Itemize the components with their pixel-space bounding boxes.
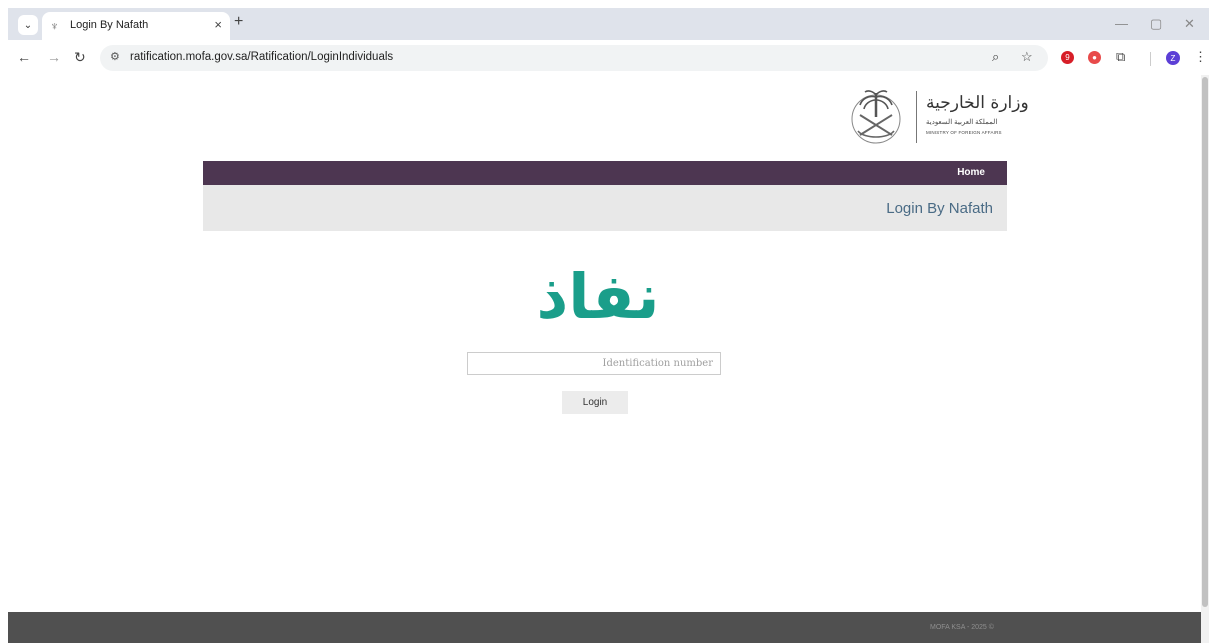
logo-divider <box>916 91 917 143</box>
profile-avatar[interactable]: Z <box>1166 51 1180 65</box>
toolbar-divider <box>1150 52 1151 66</box>
footer-copyright: MOFA KSA - 2025 © <box>930 624 994 631</box>
main-nav: Home <box>203 161 1007 185</box>
restore-icon[interactable]: ▢ <box>1150 16 1162 32</box>
address-bar[interactable]: ⚙ ratification.mofa.gov.sa/Ratification/… <box>100 45 1048 71</box>
logo-arabic-subtitle: المملكة العربية السعودية <box>926 119 998 126</box>
logo-english-text: MINISTRY OF FOREIGN AFFAIRS <box>926 130 1002 135</box>
minimize-icon[interactable]: — <box>1115 16 1128 31</box>
tab-search-icon[interactable]: ⌄ <box>18 15 38 35</box>
page-content: وزارة الخارجية المملكة العربية السعودية … <box>8 75 1201 643</box>
bookmark-star-icon[interactable]: ☆ <box>1021 49 1033 65</box>
page-scrollbar[interactable] <box>1201 75 1209 643</box>
url-text[interactable]: ratification.mofa.gov.sa/Ratification/Lo… <box>130 51 393 63</box>
extension-red-icon[interactable]: 9 <box>1061 51 1074 64</box>
menu-kebab-icon[interactable]: ⋮ <box>1194 49 1207 65</box>
tab-active[interactable]: ♆ Login By Nafath × <box>42 12 230 40</box>
page-title: Login By Nafath <box>886 200 993 217</box>
extension-pink-icon[interactable]: ● <box>1088 51 1101 64</box>
browser-chrome: ⌄ ♆ Login By Nafath × + — ▢ ✕ ← → ↻ ⚙ ra… <box>0 0 1209 75</box>
reload-icon[interactable]: ↻ <box>74 49 86 66</box>
browser-toolbar: ← → ↻ ⚙ ratification.mofa.gov.sa/Ratific… <box>8 40 1209 75</box>
mofa-logo[interactable]: وزارة الخارجية المملكة العربية السعودية … <box>846 85 1029 149</box>
identification-number-input[interactable] <box>467 352 721 375</box>
tab-strip: ⌄ ♆ Login By Nafath × + — ▢ ✕ <box>8 8 1209 40</box>
site-info-icon[interactable]: ⚙ <box>110 50 120 63</box>
login-button[interactable]: Login <box>562 391 628 414</box>
new-tab-icon[interactable]: + <box>234 13 243 31</box>
tab-title: Login By Nafath <box>70 19 149 31</box>
nafath-logo: نفاذ <box>536 260 660 333</box>
tab-close-icon[interactable]: × <box>214 17 222 32</box>
extensions-puzzle-icon[interactable]: ⧉ <box>1116 49 1125 65</box>
nav-home-link[interactable]: Home <box>957 167 985 178</box>
page-footer: MOFA KSA - 2025 © <box>8 612 1201 643</box>
forward-icon[interactable]: → <box>47 49 61 65</box>
back-icon[interactable]: ← <box>17 49 31 65</box>
scrollbar-thumb[interactable] <box>1202 77 1208 607</box>
saudi-emblem-icon <box>851 90 901 144</box>
zoom-icon[interactable]: ⌕ <box>992 49 999 65</box>
logo-arabic-title: وزارة الخارجية <box>926 93 1029 113</box>
page-header: Login By Nafath <box>203 185 1007 231</box>
window-close-icon[interactable]: ✕ <box>1184 16 1195 32</box>
mofa-favicon-icon: ♆ <box>50 19 59 33</box>
